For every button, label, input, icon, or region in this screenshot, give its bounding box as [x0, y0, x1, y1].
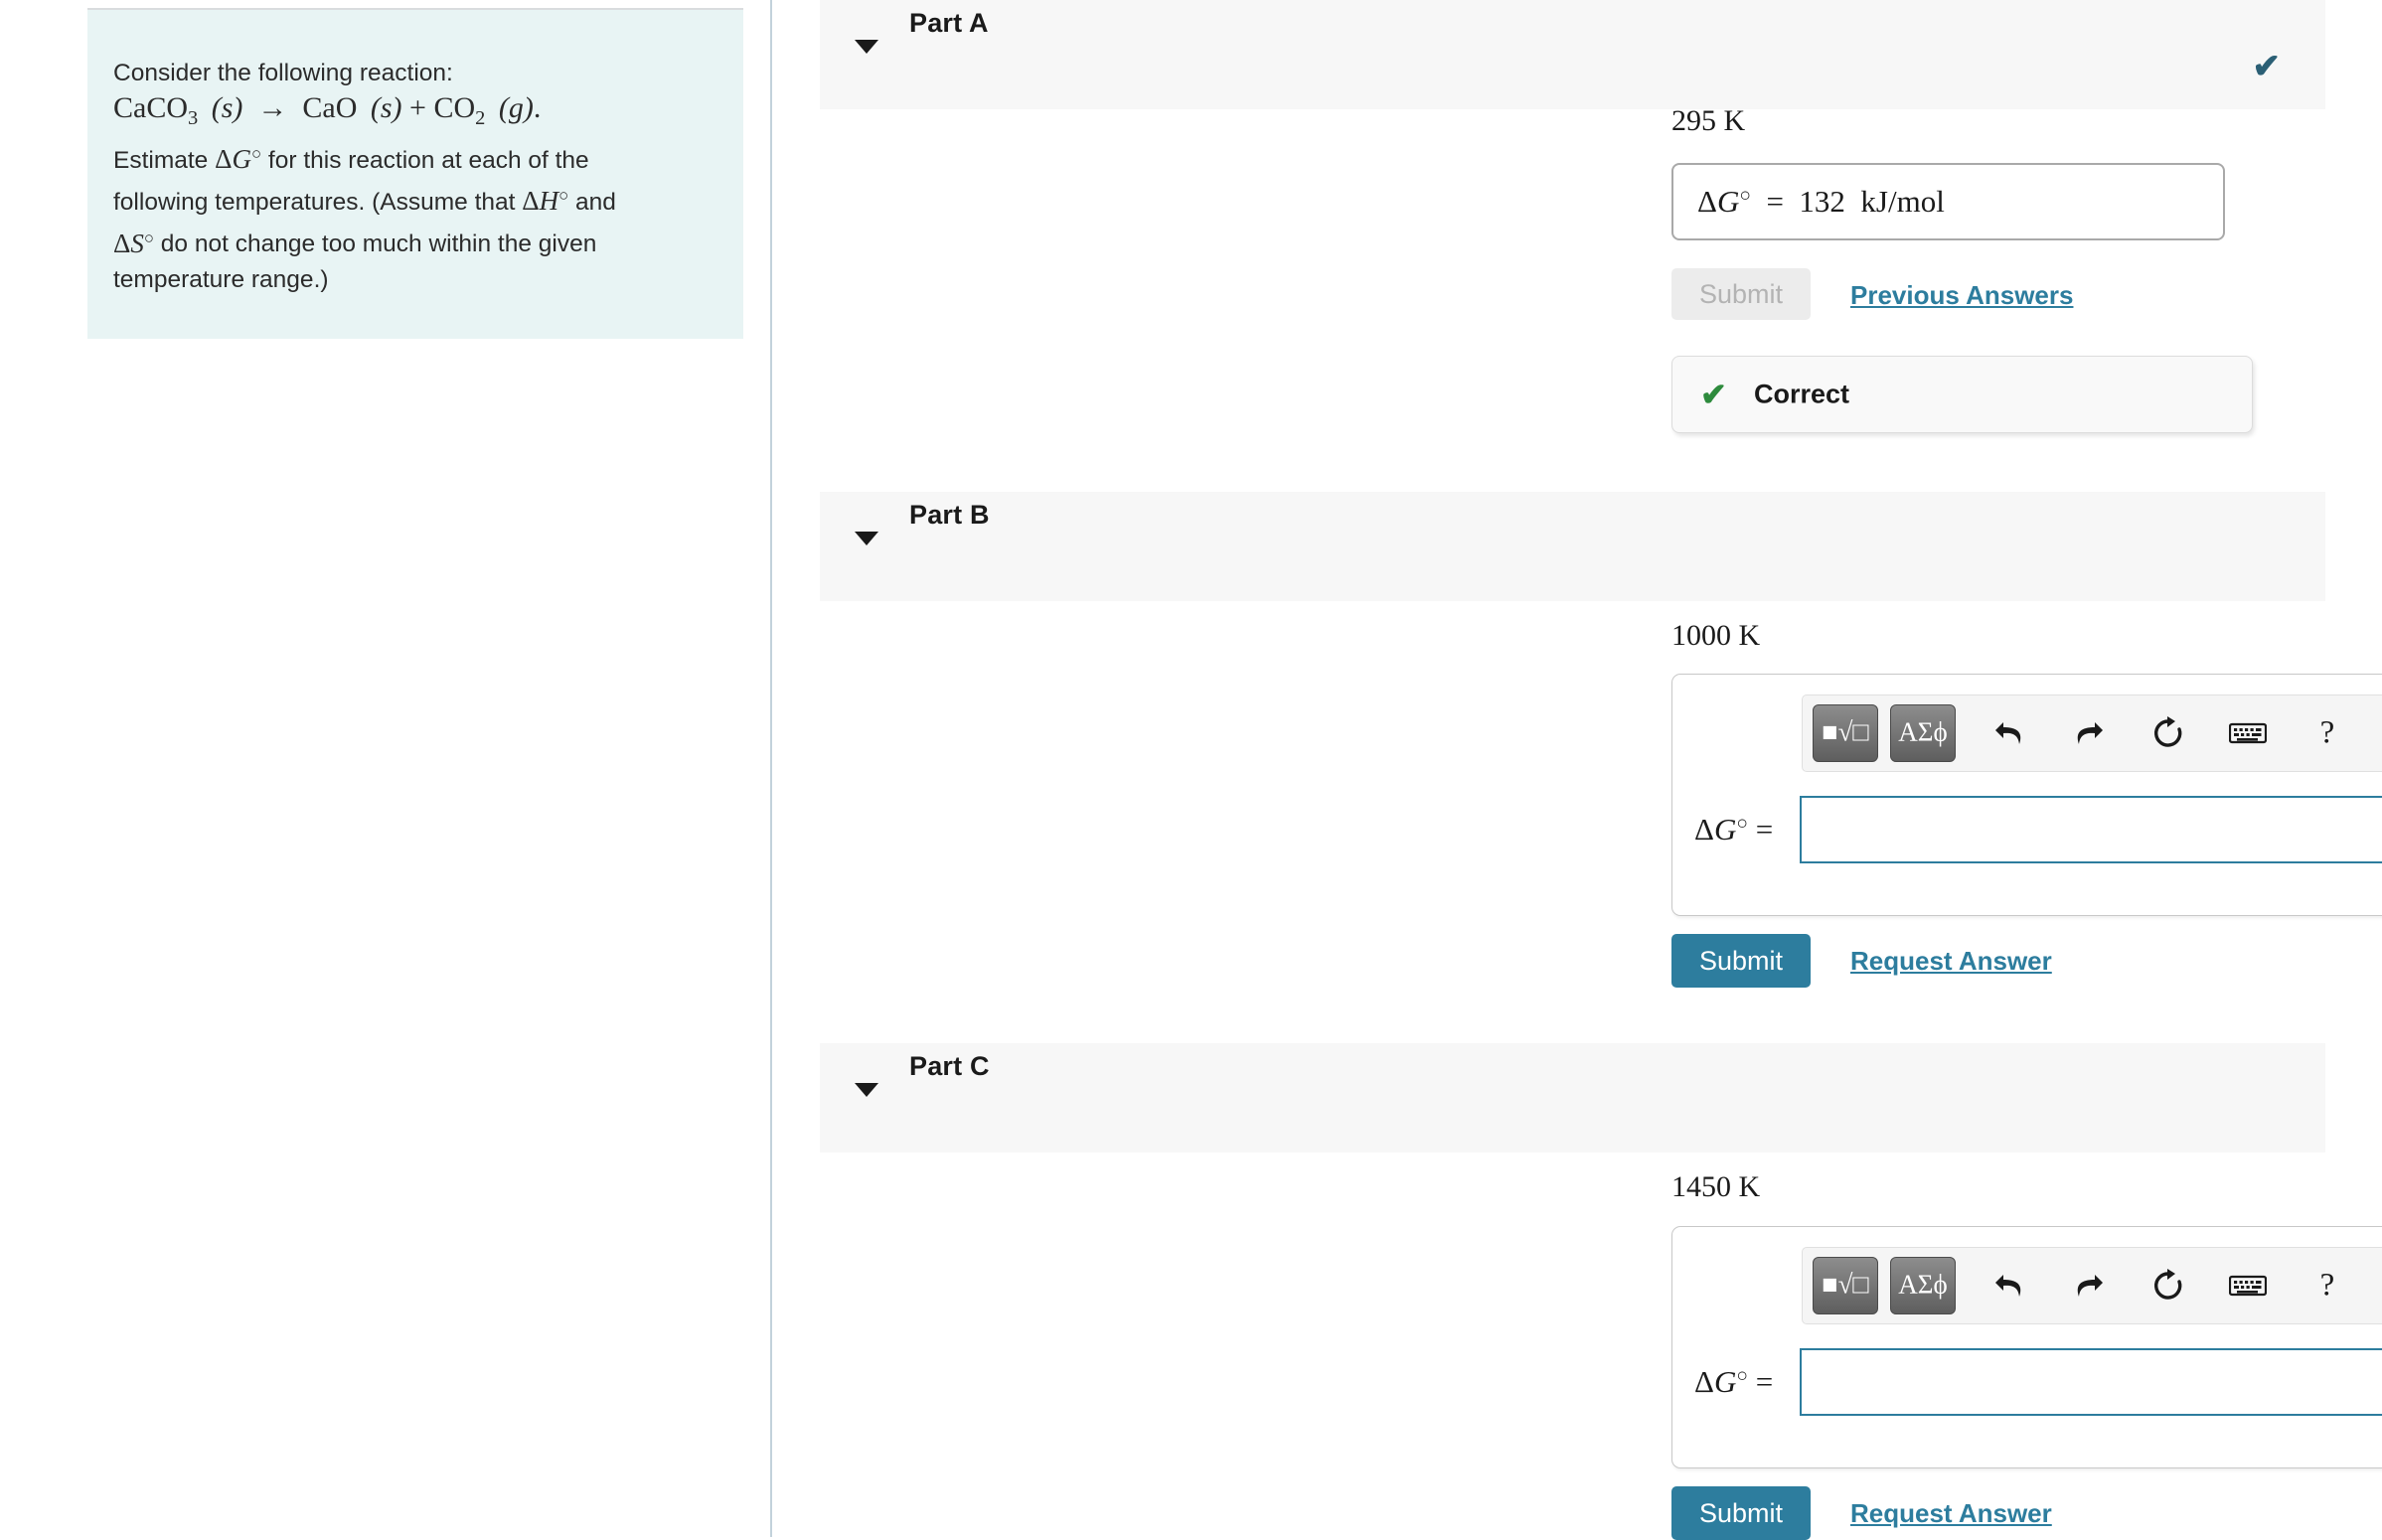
- part-b-math-toolbar: ■√□ ΑΣϕ ?: [1802, 694, 2382, 772]
- chevron-down-icon[interactable]: [855, 1083, 878, 1097]
- part-c-title: Part C: [909, 1051, 990, 1081]
- check-icon: ✔: [2252, 48, 2282, 85]
- undo-button[interactable]: [1982, 704, 2037, 762]
- reaction-equation: CaCO3 (s) → CaO (s) + CO2 (g).: [113, 91, 542, 129]
- redo-button[interactable]: [2061, 704, 2117, 762]
- sqrt-template-button[interactable]: ■√□: [1813, 704, 1878, 762]
- part-c-answer-input[interactable]: [1800, 1348, 2382, 1416]
- chevron-down-icon[interactable]: [855, 532, 878, 545]
- part-b-submit-button[interactable]: Submit: [1671, 934, 1811, 988]
- problem-line-4: following temperatures. (Assume that ΔH○…: [113, 186, 616, 217]
- part-a-unit: kJ/mol: [1860, 184, 1945, 219]
- redo-button[interactable]: [2061, 1257, 2117, 1314]
- question-mark-icon: ?: [2319, 1267, 2335, 1304]
- reset-circular-arrow-icon: [2153, 1269, 2182, 1300]
- part-b-answer-input[interactable]: [1800, 796, 2382, 863]
- reset-button[interactable]: [2141, 1257, 2196, 1314]
- redo-arrow-icon: [2077, 722, 2103, 744]
- problem-line-5: ΔS○ do not change too much within the gi…: [113, 228, 597, 258]
- reset-circular-arrow-icon: [2153, 716, 2182, 747]
- part-a-title: Part A: [909, 8, 989, 38]
- problem-intro-line: Consider the following reaction:: [113, 60, 453, 86]
- sqrt-icon: ■√□: [1822, 1269, 1869, 1300]
- sqrt-template-button[interactable]: ■√□: [1813, 1257, 1878, 1314]
- keyboard-button[interactable]: [2220, 704, 2276, 762]
- part-b-title: Part B: [909, 500, 990, 530]
- part-b-request-answer-link[interactable]: Request Answer: [1850, 946, 2052, 977]
- question-mark-icon: ?: [2319, 714, 2335, 751]
- problem-column: Consider the following reaction: CaCO3 (…: [0, 0, 770, 1537]
- greek-symbols-button[interactable]: ΑΣϕ: [1890, 704, 1956, 762]
- redo-arrow-icon: [2077, 1275, 2103, 1297]
- greek-symbols-button[interactable]: ΑΣϕ: [1890, 1257, 1956, 1314]
- problem-line-3: Estimate ΔG○ for this reaction at each o…: [113, 144, 589, 175]
- part-a-previous-answers-link[interactable]: Previous Answers: [1850, 280, 2073, 311]
- part-c-temperature: 1450 K: [1671, 1170, 1761, 1203]
- greek-icon: ΑΣϕ: [1898, 1269, 1948, 1300]
- part-c-header[interactable]: Part C: [820, 1043, 2325, 1153]
- part-b-temperature: 1000 K: [1671, 619, 1761, 652]
- part-a-header[interactable]: Part A ✔: [820, 0, 2325, 109]
- keyboard-icon: [2229, 1275, 2267, 1297]
- keyboard-button[interactable]: [2220, 1257, 2276, 1314]
- sqrt-icon: ■√□: [1822, 716, 1869, 747]
- part-c-request-answer-link[interactable]: Request Answer: [1850, 1498, 2052, 1529]
- part-c-math-panel: ■√□ ΑΣϕ ? ΔG○ =: [1671, 1226, 2382, 1468]
- help-button[interactable]: ?: [2300, 704, 2355, 762]
- greek-icon: ΑΣϕ: [1898, 716, 1948, 747]
- undo-button[interactable]: [1982, 1257, 2037, 1314]
- part-c-submit-button[interactable]: Submit: [1671, 1486, 1811, 1540]
- part-a-answer-readonly: ΔG○ = 132 kJ/mol: [1671, 163, 2225, 240]
- part-a-submit-button[interactable]: Submit: [1671, 268, 1811, 320]
- keyboard-icon: [2229, 722, 2267, 744]
- part-a-temperature: 295 K: [1671, 104, 1746, 137]
- check-icon: ✔: [1700, 377, 1727, 412]
- part-b-answer-label: ΔG○ =: [1694, 812, 1774, 847]
- part-c-answer-label: ΔG○ =: [1694, 1364, 1774, 1399]
- problem-statement-card: Consider the following reaction: CaCO3 (…: [87, 8, 743, 339]
- part-a-feedback-label: Correct: [1754, 379, 1850, 409]
- problem-line-6: temperature range.): [113, 265, 329, 293]
- part-b-header[interactable]: Part B: [820, 492, 2325, 601]
- undo-arrow-icon: [1995, 722, 2021, 744]
- undo-arrow-icon: [1995, 1275, 2021, 1297]
- part-a-feedback-box: ✔ Correct: [1671, 356, 2253, 433]
- part-b-math-panel: ■√□ ΑΣϕ ? ΔG○ =: [1671, 674, 2382, 916]
- answers-column: Part A ✔ 295 K ΔG○ = 132 kJ/mol Submit P…: [772, 0, 2382, 1540]
- part-c-math-toolbar: ■√□ ΑΣϕ ?: [1802, 1247, 2382, 1324]
- part-a-numeric-value: 132: [1799, 184, 1845, 219]
- help-button[interactable]: ?: [2300, 1257, 2355, 1314]
- chevron-down-icon[interactable]: [855, 40, 878, 54]
- part-a-answer-value: ΔG○ = 132 kJ/mol: [1697, 184, 1945, 219]
- reset-button[interactable]: [2141, 704, 2196, 762]
